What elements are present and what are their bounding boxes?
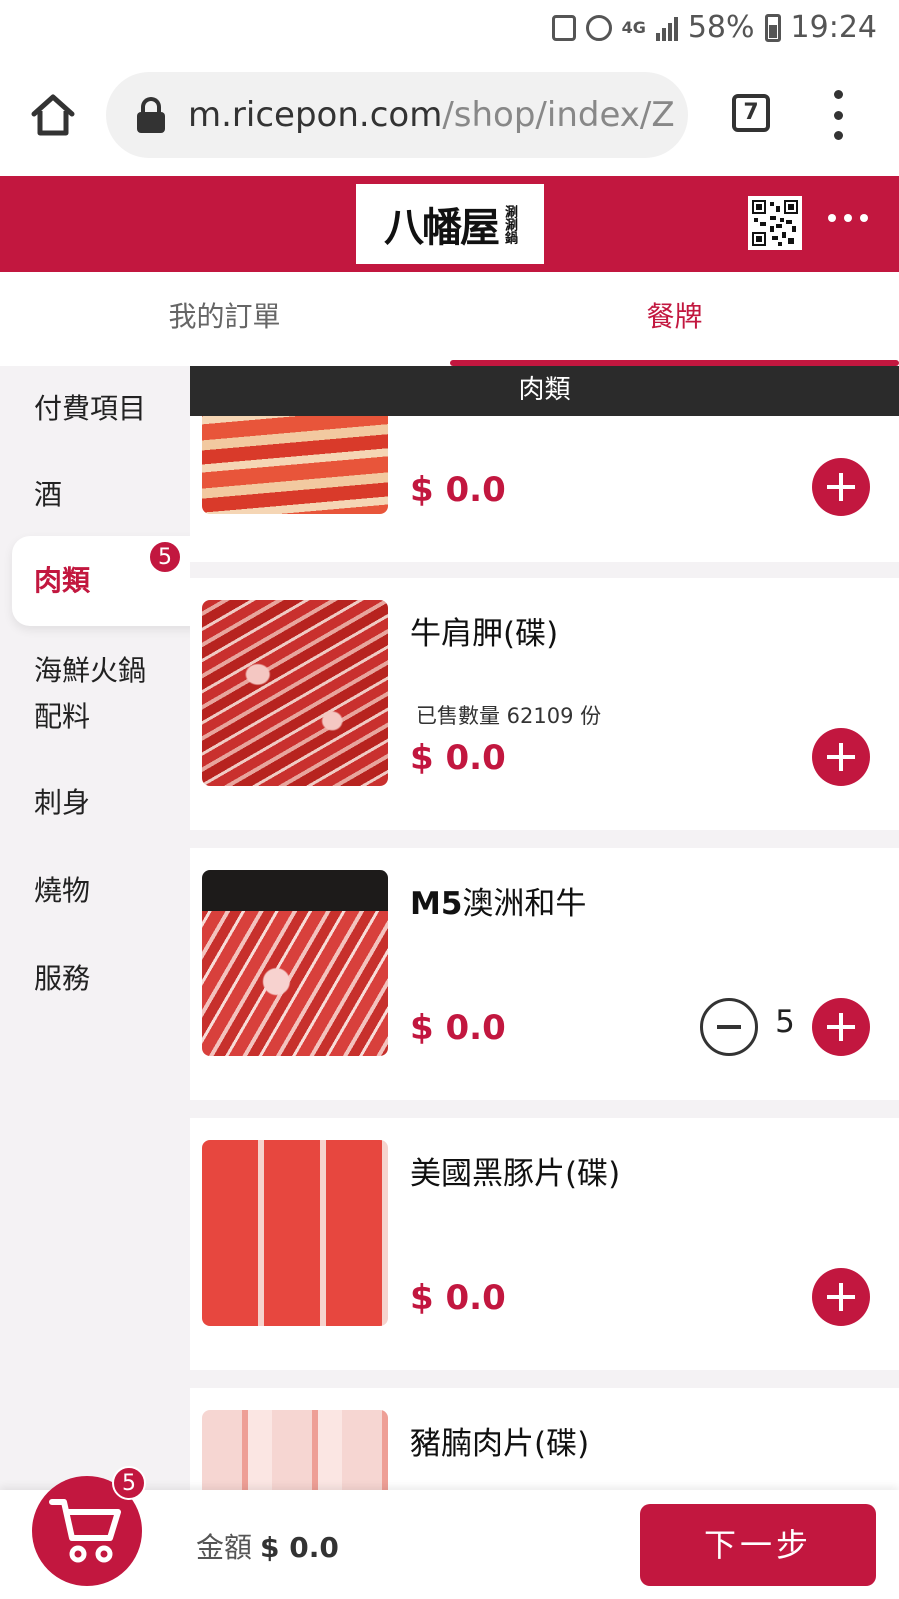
product-image: [202, 600, 388, 786]
browser-toolbar: m.ricepon.com/shop/index/Z 7: [0, 58, 899, 176]
more-icon[interactable]: [828, 214, 868, 222]
product-price: $ 0.0: [410, 738, 506, 778]
add-button[interactable]: [812, 458, 870, 516]
sidebar-item-seafood-hotpot[interactable]: 海鮮火鍋配料: [0, 648, 160, 740]
home-icon[interactable]: [28, 90, 78, 140]
alarm-icon: [585, 14, 612, 41]
app-header: 八幡屋 涮涮鍋: [0, 176, 899, 272]
product-name: M5澳洲和牛: [410, 886, 587, 922]
product-price: $ 0.0: [410, 1278, 506, 1318]
kebab-menu-icon[interactable]: [828, 90, 848, 140]
sidebar-item-grilled[interactable]: 燒物: [0, 868, 190, 914]
sidebar-item-alcohol[interactable]: 酒: [0, 472, 190, 518]
product-card: M5澳洲和牛 $ 0.0 5: [190, 848, 899, 1100]
signal-icon: [655, 15, 678, 41]
clock-time: 19:24: [790, 10, 877, 45]
cart-icon: [49, 1499, 121, 1563]
qr-code-icon[interactable]: [748, 196, 802, 250]
remove-button[interactable]: [700, 998, 758, 1056]
brand-logo: 八幡屋 涮涮鍋: [356, 184, 544, 264]
product-name: 豬腩肉片(碟): [410, 1426, 590, 1462]
tabs-icon[interactable]: 7: [732, 94, 770, 132]
add-button[interactable]: [812, 1268, 870, 1326]
product-name: 美國黑豚片(碟): [410, 1156, 621, 1192]
sold-count: 已售數量 62109 份: [416, 704, 602, 728]
product-image: [202, 870, 388, 1056]
sidebar-item-service[interactable]: 服務: [0, 956, 190, 1002]
product-price: $ 0.0: [410, 1008, 506, 1048]
category-count-badge: 5: [148, 540, 182, 574]
category-sidebar: 付費項目 酒 肉類 5 海鮮火鍋配料 刺身 燒物 服務: [0, 366, 200, 1490]
section-title: 肉類: [190, 366, 899, 416]
product-image: [202, 1410, 388, 1490]
amount-value: $ 0.0: [260, 1531, 339, 1564]
tab-menu[interactable]: 餐牌: [450, 272, 899, 366]
url-text: m.ricepon.com/shop/index/Z: [188, 95, 675, 135]
total-amount: 金額 $ 0.0: [196, 1526, 339, 1566]
network-type: 4G: [621, 17, 646, 37]
tab-bar: 我的訂單 餐牌: [0, 272, 899, 366]
add-button[interactable]: [812, 728, 870, 786]
product-image: [202, 1140, 388, 1326]
quantity-value: 5: [775, 1004, 795, 1040]
battery-icon: [764, 13, 781, 42]
sidebar-item-label: 肉類: [34, 564, 91, 597]
tab-my-orders[interactable]: 我的訂單: [0, 272, 449, 366]
status-bar: 4G 58% 19:24: [0, 0, 899, 58]
add-button[interactable]: [812, 998, 870, 1056]
notification-icon: [551, 14, 576, 41]
product-card: 豬腩肉片(碟): [190, 1388, 899, 1490]
checkout-bar: 5 金額 $ 0.0 下一步: [0, 1466, 899, 1599]
sidebar-item-sashimi[interactable]: 刺身: [0, 780, 190, 826]
product-name: 牛肩胛(碟): [410, 616, 559, 652]
address-bar[interactable]: m.ricepon.com/shop/index/Z: [106, 72, 688, 158]
amount-label: 金額: [196, 1531, 253, 1564]
cart-count-badge: 5: [112, 1466, 146, 1500]
product-card: 美國黑豚片(碟) $ 0.0: [190, 1118, 899, 1370]
product-list: 肉類 $ 0.0 牛肩胛(碟) 已售數量 62109 份 $ 0.0 M5澳洲和…: [190, 366, 899, 1490]
product-card: 牛肩胛(碟) 已售數量 62109 份 $ 0.0: [190, 578, 899, 830]
battery-percent: 58%: [687, 10, 755, 45]
sidebar-item-paid-items[interactable]: 付費項目: [0, 386, 190, 432]
next-step-button[interactable]: 下一步: [640, 1504, 876, 1586]
lock-icon: [136, 97, 166, 133]
product-price: $ 0.0: [410, 470, 506, 510]
